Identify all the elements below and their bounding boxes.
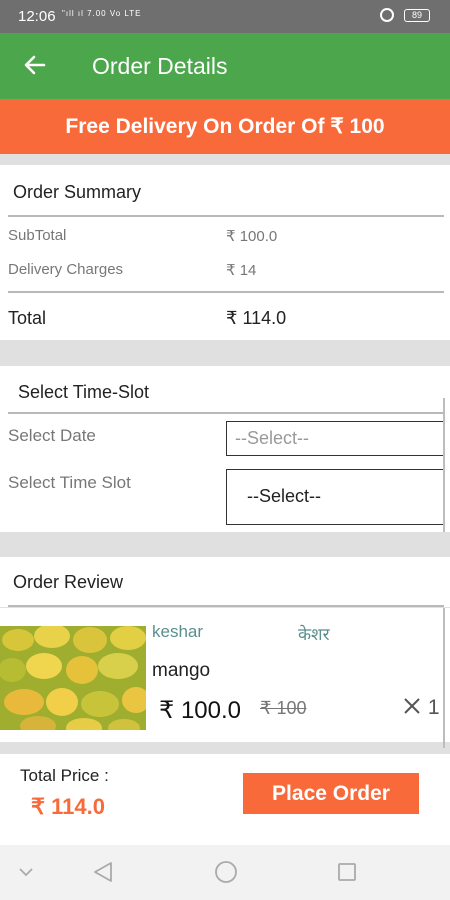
time-slot-card: Select Time-Slot Select Date --Select-- … [0, 366, 450, 532]
total-label: Total [8, 308, 47, 328]
subtotal-value: ₹ 100.0 [226, 228, 278, 245]
scrollbar [443, 398, 445, 532]
place-order-button[interactable]: Place Order [243, 773, 419, 814]
app-bar: Order Details [0, 33, 450, 99]
item-variant: mango [152, 660, 211, 681]
order-summary-card: Order Summary SubTotal ₹ 100.0 Delivery … [0, 165, 450, 340]
status-bar: 12:06 "ıll ıl 7.00 Vo LTE 89 [0, 0, 450, 33]
total-price-label: Total Price : [20, 766, 109, 785]
subtotal-label: SubTotal [8, 227, 67, 244]
divider [8, 412, 444, 414]
mango-image [0, 626, 146, 730]
divider [8, 605, 444, 607]
free-delivery-banner: Free Delivery On Order Of ₹ 100 [0, 99, 450, 154]
total-price-value: ₹ 114.0 [31, 794, 105, 819]
signal-icon: "ıll ıl 7.00 Vo LTE [62, 9, 142, 18]
status-time: 12:06 [18, 8, 56, 25]
total-value: ₹ 114.0 [226, 308, 287, 328]
item-price: ₹ 100.0 [159, 697, 241, 724]
system-nav-bar [0, 845, 450, 900]
chevron-down-icon[interactable] [0, 845, 60, 900]
home-circle-icon[interactable] [196, 845, 256, 900]
item-quantity: 1 [402, 696, 440, 720]
scrollbar [443, 608, 445, 748]
select-date-label: Select Date [8, 426, 96, 445]
item-mrp: ₹ 100 [260, 698, 307, 718]
delivery-charges-label: Delivery Charges [8, 261, 124, 278]
time-slot-select[interactable]: --Select-- [226, 469, 444, 525]
time-slot-title: Select Time-Slot [18, 382, 150, 402]
divider [8, 291, 444, 293]
close-icon [404, 698, 420, 714]
list-item[interactable]: keshar केशर mango ₹ 100.0 ₹ 100 1 [0, 608, 450, 742]
delivery-charges-value: ₹ 14 [226, 262, 257, 279]
select-time-slot-label: Select Time Slot [8, 473, 131, 492]
recents-square-icon[interactable] [318, 845, 378, 900]
battery-icon: 89 [404, 8, 430, 22]
checkout-bar: Total Price : ₹ 114.0 Place Order [0, 754, 450, 845]
order-summary-title: Order Summary [13, 182, 142, 202]
back-triangle-icon[interactable] [73, 845, 133, 900]
divider [8, 215, 444, 217]
item-name-local: केशर [298, 625, 330, 644]
order-review-card: Order Review [0, 557, 450, 607]
item-quantity-value: 1 [427, 696, 440, 719]
back-arrow-icon[interactable] [22, 47, 52, 83]
item-name: keshar [152, 622, 204, 641]
date-select[interactable]: --Select-- [226, 421, 444, 456]
status-icons: 89 [380, 8, 430, 22]
alarm-icon [380, 8, 394, 22]
order-review-title: Order Review [13, 572, 124, 592]
page-title: Order Details [92, 53, 228, 79]
